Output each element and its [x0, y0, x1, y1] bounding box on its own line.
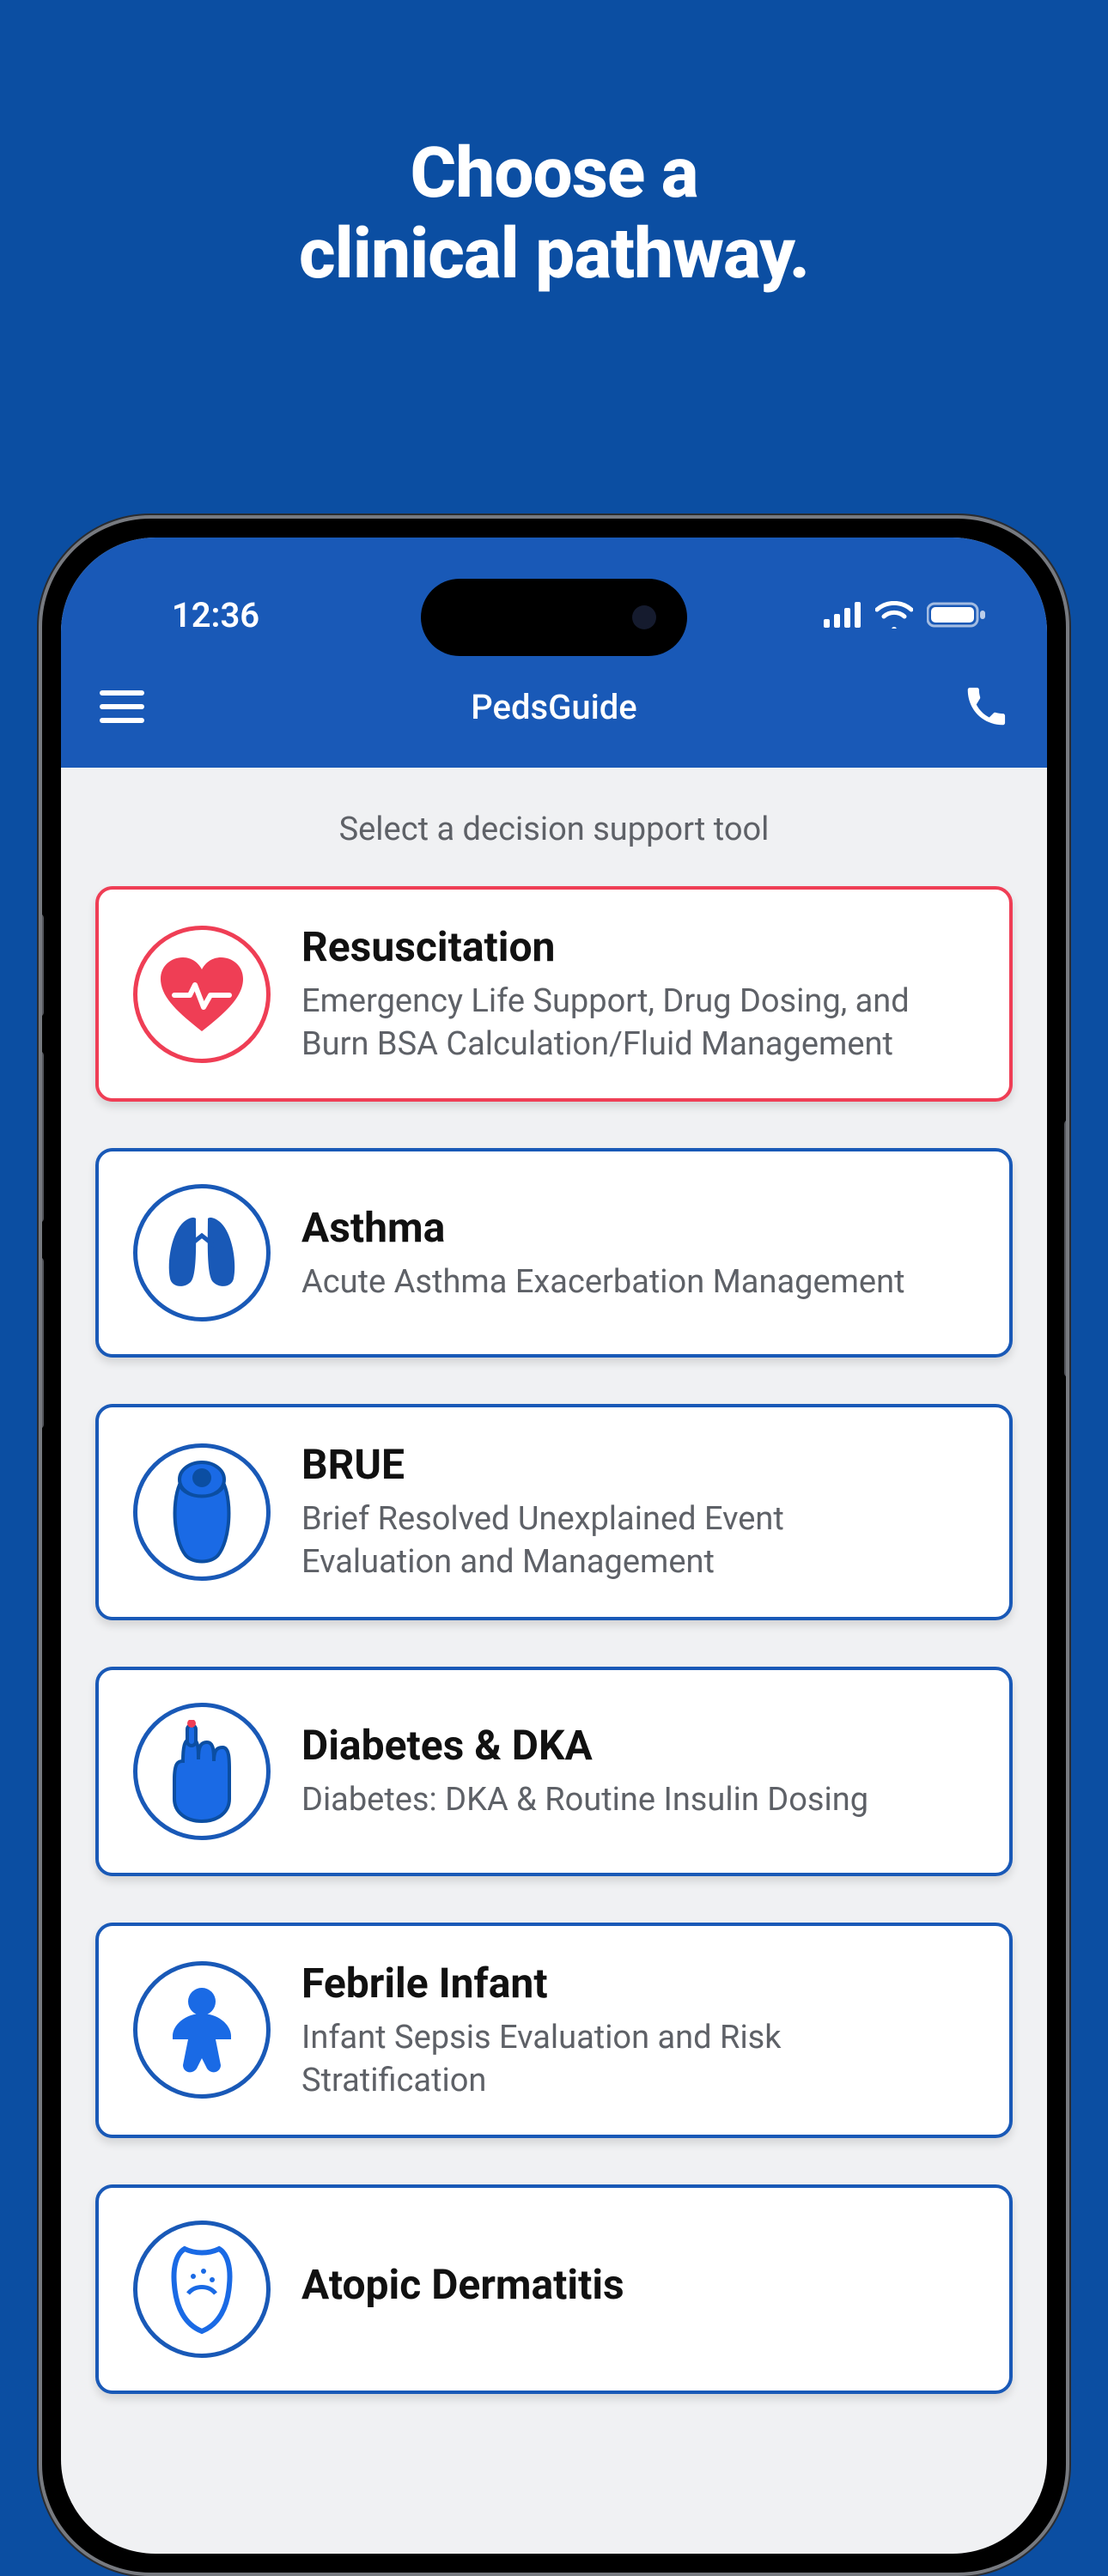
card-desc: Acute Asthma Exacerbation Management	[301, 1261, 920, 1303]
pathway-card-atopic-dermatitis[interactable]: Atopic Dermatitis	[95, 2184, 1013, 2394]
swaddle-icon	[133, 1443, 271, 1581]
pathway-card-diabetes[interactable]: Diabetes & DKA Diabetes: DKA & Routine I…	[95, 1667, 1013, 1876]
content-subtitle: Select a decision support tool	[95, 799, 1013, 886]
lungs-icon	[133, 1184, 271, 1321]
cellular-icon	[824, 602, 861, 628]
marketing-headline: Choose a clinical pathway.	[0, 0, 1108, 295]
phone-side-button	[39, 914, 44, 1017]
phone-screen: 12:36	[61, 538, 1047, 2554]
hamburger-icon	[100, 718, 144, 723]
card-desc: Infant Sepsis Evaluation and Risk Strati…	[301, 2016, 920, 2102]
battery-icon	[927, 601, 987, 629]
pathway-card-febrile-infant[interactable]: Febrile Infant Infant Sepsis Evaluation …	[95, 1923, 1013, 2138]
wifi-icon	[875, 601, 913, 629]
phone-side-button	[39, 1051, 44, 1223]
phone-frame: 12:36	[39, 515, 1069, 2576]
heart-icon	[133, 926, 271, 1063]
hamburger-icon	[100, 690, 144, 696]
card-desc: Emergency Life Support, Drug Dosing, and…	[301, 980, 920, 1066]
phone-icon	[965, 685, 1008, 728]
card-desc: Diabetes: DKA & Routine Insulin Dosing	[301, 1778, 920, 1821]
card-title: Atopic Dermatitis	[301, 2260, 975, 2309]
card-title: Diabetes & DKA	[301, 1721, 975, 1770]
card-title: Resuscitation	[301, 922, 975, 971]
call-button[interactable]	[956, 677, 1016, 737]
card-title: Febrile Infant	[301, 1959, 975, 2008]
skin-icon	[133, 2221, 271, 2358]
content-area: Select a decision support tool Resuscita…	[61, 768, 1047, 2394]
hamburger-icon	[100, 704, 144, 709]
pathway-card-resuscitation[interactable]: Resuscitation Emergency Life Support, Dr…	[95, 886, 1013, 1102]
baby-icon	[133, 1961, 271, 2099]
nav-bar: PedsGuide	[61, 665, 1047, 768]
marketing-headline-line2: clinical pathway.	[0, 214, 1108, 295]
dynamic-island	[421, 579, 687, 656]
marketing-headline-line1: Choose a	[0, 133, 1108, 214]
pathway-card-brue[interactable]: BRUE Brief Resolved Unexplained Event Ev…	[95, 1404, 1013, 1619]
card-title: BRUE	[301, 1440, 975, 1489]
card-desc: Brief Resolved Unexplained Event Evaluat…	[301, 1498, 920, 1583]
status-icons	[824, 601, 987, 629]
pathway-card-asthma[interactable]: Asthma Acute Asthma Exacerbation Managem…	[95, 1148, 1013, 1358]
menu-button[interactable]	[92, 677, 152, 737]
status-time: 12:36	[121, 595, 310, 635]
finger-prick-icon	[133, 1703, 271, 1840]
phone-side-button	[39, 1257, 44, 1429]
phone-side-button	[1064, 1120, 1069, 1377]
nav-title: PedsGuide	[61, 687, 1047, 727]
card-title: Asthma	[301, 1203, 975, 1252]
